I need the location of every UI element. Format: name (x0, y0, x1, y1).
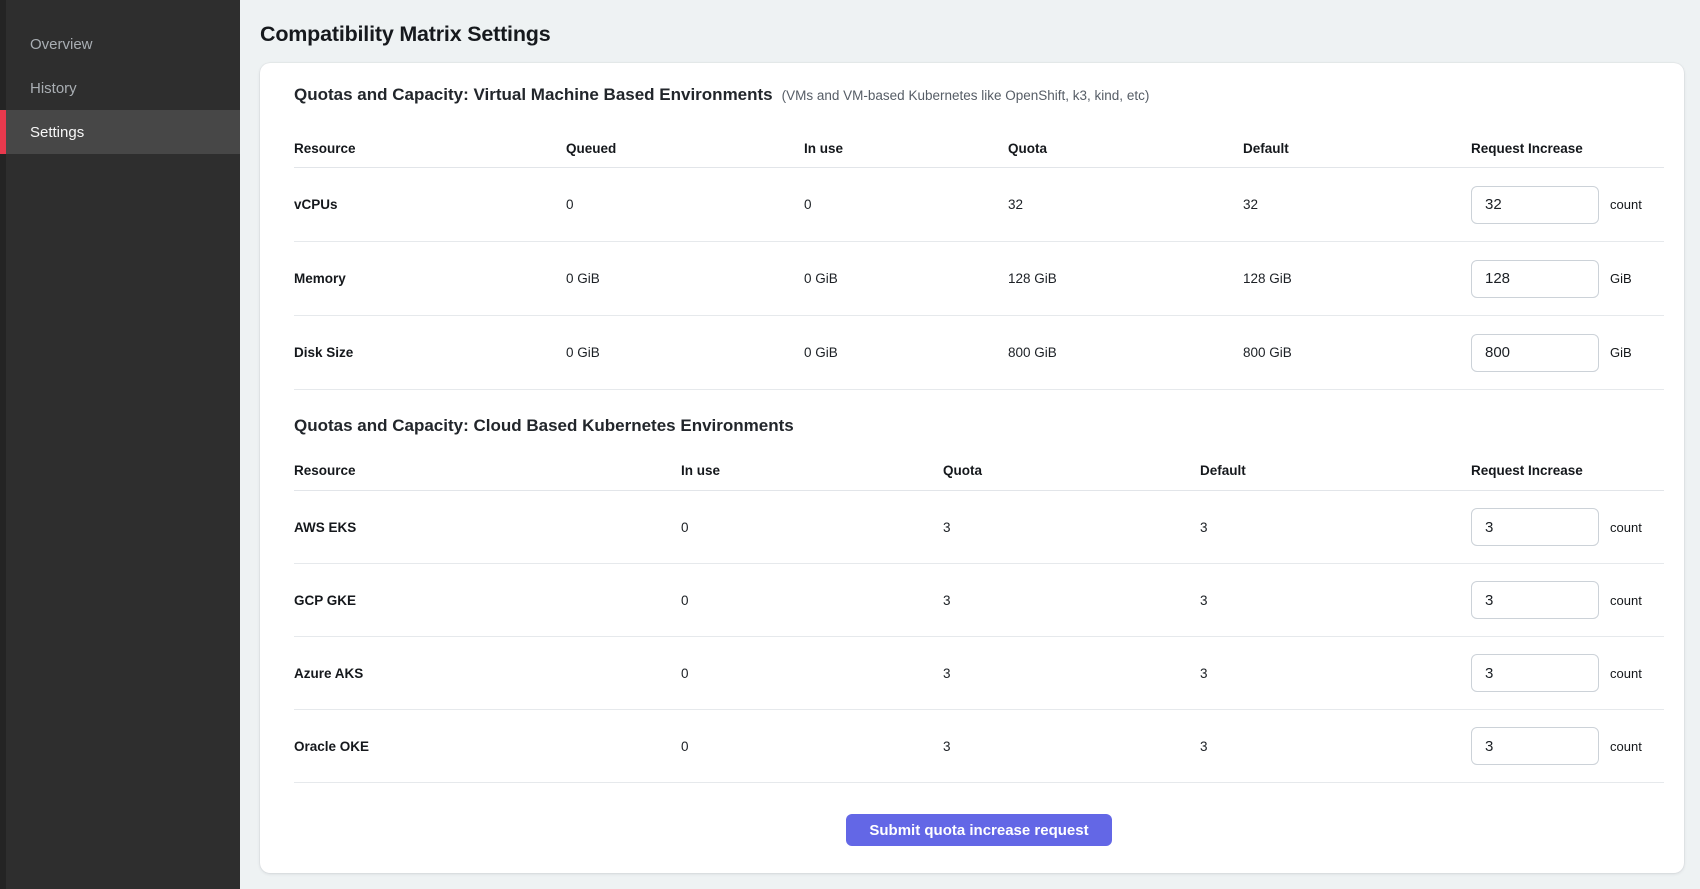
vm-section-subtitle: (VMs and VM-based Kubernetes like OpenSh… (782, 88, 1150, 103)
quota-input-vcpus[interactable] (1471, 186, 1599, 224)
cell-resource: Memory (294, 271, 566, 286)
cell-resource: Oracle OKE (294, 739, 681, 754)
cell-default: 128 GiB (1243, 271, 1471, 286)
cell-in-use: 0 (681, 666, 943, 681)
unit-label: count (1610, 197, 1642, 212)
unit-label: count (1610, 739, 1642, 754)
quota-input-oracle-oke[interactable] (1471, 727, 1599, 765)
unit-label: count (1610, 520, 1642, 535)
cell-in-use: 0 (804, 197, 1008, 212)
cell-quota: 800 GiB (1008, 345, 1243, 360)
cell-resource: AWS EKS (294, 520, 681, 535)
main-content: Compatibility Matrix Settings Quotas and… (240, 0, 1700, 889)
cell-resource: GCP GKE (294, 593, 681, 608)
unit-label: count (1610, 593, 1642, 608)
cell-in-use: 0 GiB (804, 271, 1008, 286)
column-header-default: Default (1243, 141, 1471, 156)
cell-in-use: 0 (681, 739, 943, 754)
cell-request-increase: count (1471, 654, 1664, 692)
unit-label: GiB (1610, 271, 1632, 286)
cell-in-use: 0 (681, 520, 943, 535)
sidebar-item-label: Settings (30, 124, 84, 141)
column-header-in-use: In use (681, 463, 943, 478)
column-header-request-increase: Request Increase (1471, 463, 1664, 478)
quota-input-memory[interactable] (1471, 260, 1599, 298)
table-row-oracle-oke: Oracle OKE 0 3 3 count (294, 710, 1664, 783)
table-row-disk-size: Disk Size 0 GiB 0 GiB 800 GiB 800 GiB Gi… (294, 316, 1664, 390)
column-header-default: Default (1200, 463, 1471, 478)
table-row-aws-eks: AWS EKS 0 3 3 count (294, 491, 1664, 564)
table-row-memory: Memory 0 GiB 0 GiB 128 GiB 128 GiB GiB (294, 242, 1664, 316)
unit-label: count (1610, 666, 1642, 681)
cell-default: 32 (1243, 197, 1471, 212)
cell-queued: 0 (566, 197, 804, 212)
submit-quota-increase-button[interactable]: Submit quota increase request (846, 814, 1111, 846)
cell-request-increase: GiB (1471, 334, 1664, 372)
cloud-section-heading: Quotas and Capacity: Cloud Based Kuberne… (294, 416, 1664, 436)
unit-label: GiB (1610, 345, 1632, 360)
sidebar-item-settings[interactable]: Settings (0, 110, 240, 154)
quota-input-aws-eks[interactable] (1471, 508, 1599, 546)
cell-quota: 3 (943, 520, 1200, 535)
cell-request-increase: count (1471, 508, 1664, 546)
vm-section-heading: Quotas and Capacity: Virtual Machine Bas… (294, 85, 1664, 105)
cell-resource: Disk Size (294, 345, 566, 360)
column-header-quota: Quota (1008, 141, 1243, 156)
cell-default: 800 GiB (1243, 345, 1471, 360)
cell-quota: 3 (943, 593, 1200, 608)
table-row-azure-aks: Azure AKS 0 3 3 count (294, 637, 1664, 710)
column-header-queued: Queued (566, 141, 804, 156)
column-header-quota: Quota (943, 463, 1200, 478)
cloud-section-title: Quotas and Capacity: Cloud Based Kuberne… (294, 416, 794, 436)
sidebar-item-label: History (30, 80, 77, 97)
column-header-resource: Resource (294, 463, 681, 478)
cloud-table-header: Resource In use Quota Default Request In… (294, 451, 1664, 491)
quota-input-disk-size[interactable] (1471, 334, 1599, 372)
cell-default: 3 (1200, 739, 1471, 754)
cell-request-increase: count (1471, 186, 1664, 224)
cell-quota: 128 GiB (1008, 271, 1243, 286)
cell-quota: 3 (943, 739, 1200, 754)
column-header-request-increase: Request Increase (1471, 141, 1664, 156)
sidebar-item-label: Overview (30, 36, 93, 53)
cell-quota: 3 (943, 666, 1200, 681)
cell-default: 3 (1200, 666, 1471, 681)
vm-section-title: Quotas and Capacity: Virtual Machine Bas… (294, 85, 773, 105)
cell-request-increase: count (1471, 727, 1664, 765)
cell-in-use: 0 (681, 593, 943, 608)
quota-input-gcp-gke[interactable] (1471, 581, 1599, 619)
cell-queued: 0 GiB (566, 345, 804, 360)
sidebar-item-overview[interactable]: Overview (0, 22, 240, 66)
page-title: Compatibility Matrix Settings (260, 21, 1684, 47)
cell-in-use: 0 GiB (804, 345, 1008, 360)
column-header-in-use: In use (804, 141, 1008, 156)
vm-table-header: Resource Queued In use Quota Default Req… (294, 130, 1664, 168)
cell-request-increase: GiB (1471, 260, 1664, 298)
quota-input-azure-aks[interactable] (1471, 654, 1599, 692)
app-window: Overview History Settings Compatibility … (0, 0, 1700, 889)
cell-default: 3 (1200, 593, 1471, 608)
sidebar-item-history[interactable]: History (0, 66, 240, 110)
cell-queued: 0 GiB (566, 271, 804, 286)
column-header-resource: Resource (294, 141, 566, 156)
cell-resource: vCPUs (294, 197, 566, 212)
cell-default: 3 (1200, 520, 1471, 535)
cell-quota: 32 (1008, 197, 1243, 212)
table-row-gcp-gke: GCP GKE 0 3 3 count (294, 564, 1664, 637)
table-row-vcpus: vCPUs 0 0 32 32 count (294, 168, 1664, 242)
settings-card: Quotas and Capacity: Virtual Machine Bas… (260, 63, 1684, 873)
cell-request-increase: count (1471, 581, 1664, 619)
cell-resource: Azure AKS (294, 666, 681, 681)
sidebar: Overview History Settings (0, 0, 240, 889)
